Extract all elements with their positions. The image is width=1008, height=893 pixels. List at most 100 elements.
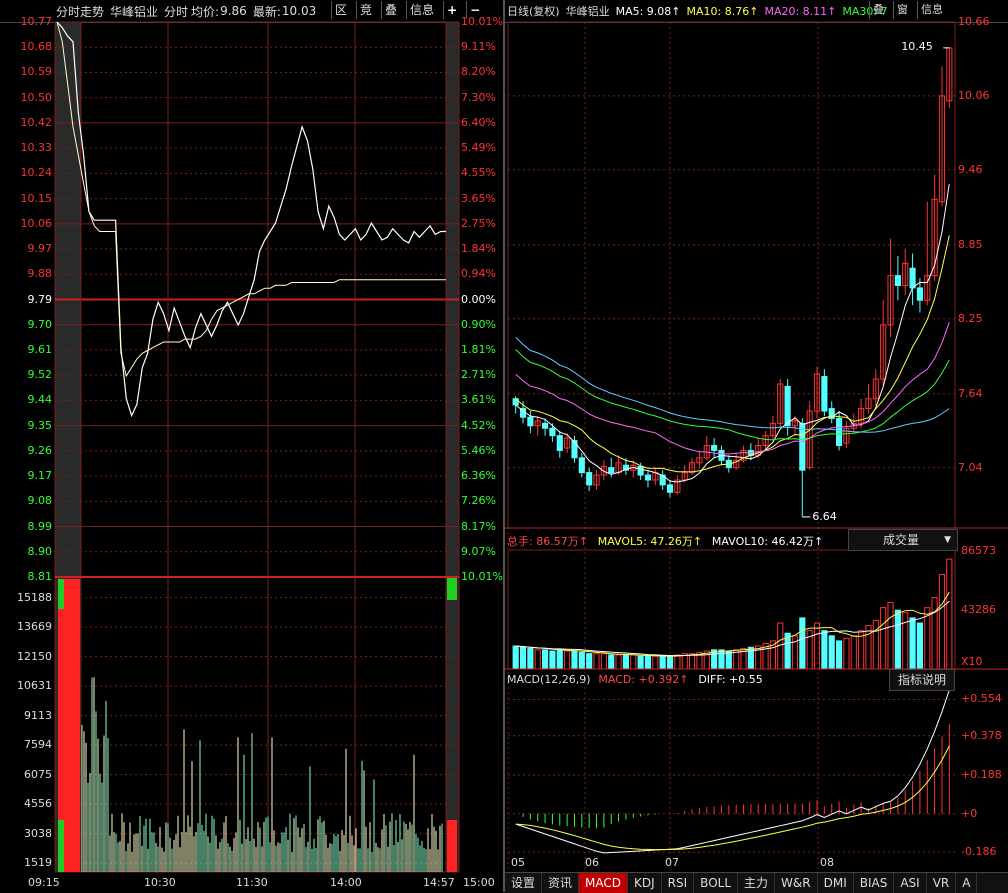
percent-tick-label: 8.20%	[461, 65, 496, 79]
daily-price-tick-label: 7.04	[958, 460, 983, 474]
percent-tick-label: 0.94%	[461, 267, 496, 281]
closing-volume-green	[447, 578, 457, 600]
volume-tick-label: 15188	[17, 590, 52, 604]
volume-bar	[821, 630, 828, 670]
time-axis-label: 14:00	[330, 876, 362, 889]
volume-bar	[630, 654, 637, 670]
volume-bar	[880, 607, 887, 670]
tab-dmi[interactable]: DMI	[818, 873, 854, 893]
volume-bar	[909, 617, 916, 670]
volume-bar	[902, 612, 909, 670]
candle-body	[916, 287, 923, 301]
tab-a[interactable]: A	[956, 873, 978, 893]
tab-[interactable]: 设置	[505, 873, 543, 893]
volume-tick-label: 12150	[17, 649, 52, 663]
price-line	[56, 21, 446, 418]
close-auction-shade	[446, 22, 459, 872]
percent-tick-label: 0.90%	[461, 317, 496, 331]
candle-body	[666, 484, 674, 493]
month-axis-label: 05	[511, 856, 525, 869]
percent-tick-label: 5.49%	[461, 141, 496, 155]
percent-tick-label: 9.11%	[461, 40, 496, 54]
volume-bar	[887, 602, 894, 670]
mavol5-label: MAVOL5: 47.26万↑	[597, 535, 703, 548]
volume-indicator-label: 成交量	[883, 533, 920, 547]
candle-body	[542, 422, 549, 429]
time-axis-label: 14:57	[423, 876, 455, 889]
candle-body	[556, 435, 563, 451]
month-axis-label: 06	[585, 856, 599, 869]
opening-volume-green	[58, 579, 64, 609]
candle-body	[821, 376, 828, 412]
tab-macd[interactable]: MACD	[579, 873, 629, 893]
macd-tick-label: +0.188	[961, 767, 1002, 781]
percent-tick-label: 7.26%	[461, 494, 496, 508]
volume-bar	[608, 654, 615, 670]
indicator-tab-bar: 设置 资讯 MACD KDJ RSI BOLL 主力 W&R DMI BIAS ASI VR A	[505, 872, 1008, 893]
volume-tick-label: 1519	[24, 856, 52, 870]
volume-bar	[666, 655, 674, 670]
high-price-marker: 10.45	[901, 39, 933, 53]
price-tick-label: 9.70	[27, 317, 53, 331]
moving-average-line	[515, 235, 950, 473]
volume-bar	[652, 655, 659, 670]
price-tick-label: 8.90	[27, 544, 53, 558]
daily-price-tick-label: 10.06	[958, 88, 990, 102]
volume-bar	[593, 653, 600, 670]
volume-tick-label: 86573	[961, 544, 996, 557]
volume-indicator-dropdown[interactable]: 成交量 ▼	[848, 529, 958, 551]
price-tick-label: 9.88	[27, 267, 53, 281]
tab-bias[interactable]: BIAS	[854, 873, 895, 893]
macd-tick-label: +0.554	[961, 692, 1002, 706]
intraday-chart[interactable]	[0, 0, 505, 892]
moving-average-line	[515, 349, 950, 441]
daily-chart[interactable]	[505, 0, 1008, 892]
diff-value-label: DIFF: +0.55	[698, 673, 763, 686]
tab-[interactable]: 主力	[738, 873, 776, 893]
low-price-marker: 6.64	[812, 509, 837, 523]
tab-asi[interactable]: ASI	[894, 873, 927, 893]
volume-bar	[850, 635, 857, 670]
candle-body	[644, 474, 652, 481]
macd-params-label: MACD(12,26,9)	[507, 673, 591, 686]
volume-bar	[916, 622, 923, 670]
candle-body	[836, 417, 843, 447]
percent-tick-label: 3.61%	[461, 393, 496, 407]
month-axis-label: 07	[665, 856, 679, 869]
candle-body	[784, 385, 791, 427]
price-tick-label: 8.81	[27, 570, 53, 583]
volume-bar	[872, 619, 879, 670]
price-tick-label: 10.77	[20, 15, 53, 28]
percent-tick-label: 10.01%	[461, 570, 503, 583]
percent-tick-label: 4.52%	[461, 418, 496, 432]
daily-price-tick-label: 9.46	[958, 162, 983, 176]
volume-bar	[622, 654, 629, 670]
tab-w-r[interactable]: W&R	[775, 873, 818, 893]
volume-bar	[894, 609, 901, 670]
price-tick-label: 9.61	[27, 342, 53, 356]
percent-tick-label: 4.55%	[461, 166, 496, 180]
macd-line	[515, 689, 950, 854]
tab-kdj[interactable]: KDJ	[628, 873, 662, 893]
candle-body	[894, 275, 901, 286]
tab-[interactable]: 资讯	[542, 873, 580, 893]
volume-bar	[519, 646, 527, 670]
percent-tick-label: 5.46%	[461, 443, 496, 457]
percent-tick-label: 8.17%	[461, 519, 496, 533]
volume-legend: 总手: 86.57万↑ MAVOL5: 47.26万↑ MAVOL10: 46.…	[507, 533, 829, 549]
tab-rsi[interactable]: RSI	[662, 873, 695, 893]
price-tick-label: 9.52	[27, 368, 53, 382]
tab-vr[interactable]: VR	[927, 873, 957, 893]
volume-bar	[644, 655, 652, 670]
candle-body	[637, 465, 644, 476]
tab-boll[interactable]: BOLL	[694, 873, 739, 893]
indicator-help-button[interactable]: 指标说明	[889, 669, 955, 691]
volume-ma-line	[515, 592, 950, 657]
month-axis-label: 08	[820, 856, 834, 869]
price-tick-label: 9.26	[27, 443, 53, 457]
volume-bar	[534, 649, 541, 670]
candle-body	[578, 457, 585, 474]
volume-bar	[542, 649, 549, 670]
intraday-frame	[54, 21, 460, 873]
volume-bar	[799, 617, 806, 670]
